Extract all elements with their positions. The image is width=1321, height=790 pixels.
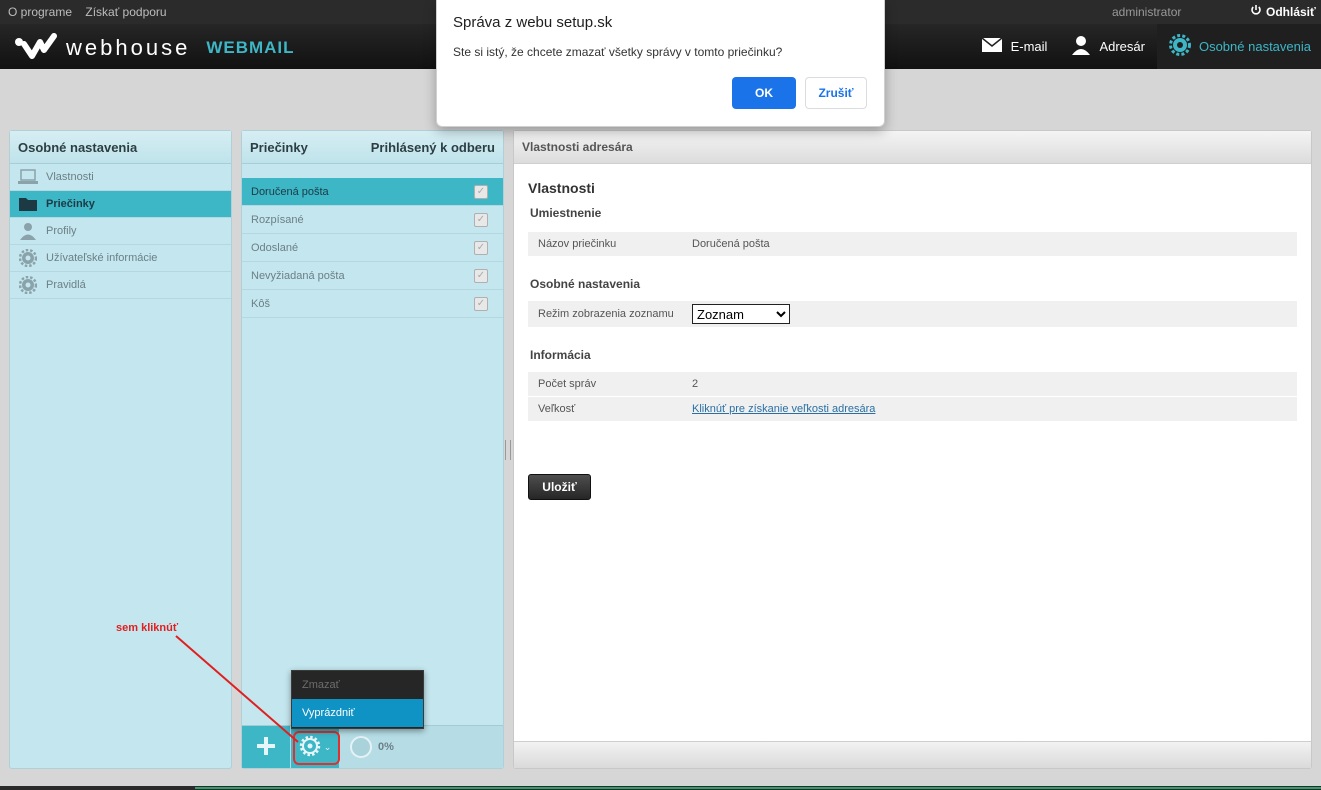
list-mode-select[interactable]: Zoznam (692, 304, 790, 324)
folder-label: Kôš (251, 297, 270, 310)
size-label: Veľkosť (538, 403, 576, 415)
section-location: Umiestnenie (530, 206, 602, 220)
folder-row[interactable]: Nevyžiadaná pošta ✓ (242, 262, 503, 290)
logo[interactable]: webhouse WEBMAIL (14, 32, 295, 63)
folder-row[interactable]: Rozpísané ✓ (242, 206, 503, 234)
gear-icon (18, 249, 38, 267)
webmail-label: WEBMAIL (206, 37, 295, 57)
list-mode-row: Režim zobrazenia zoznamu Zoznam (528, 301, 1297, 328)
properties-panel: Vlastnosti adresára Vlastnosti Umiestnen… (513, 130, 1312, 769)
folder-name-value: Doručená pošta (692, 238, 770, 250)
gear-icon (1168, 34, 1191, 59)
panel-splitter[interactable] (505, 440, 511, 460)
folder-label: Nevyžiadaná pošta (251, 269, 345, 282)
folders-footer: ⌄ 0% (242, 725, 503, 768)
settings-panel: Osobné nastavenia Vlastnosti Priečinky P… (9, 130, 232, 769)
sidebar-item-label: Užívateľské informácie (46, 252, 158, 264)
nav-addressbook-label: Adresár (1099, 39, 1145, 54)
settings-panel-title: Osobné nastavenia (10, 131, 231, 164)
folders-panel-header: Priečinky Prihlásený k odberu (242, 131, 503, 164)
section-settings: Osobné nastavenia (530, 277, 641, 291)
subscribe-checkbox[interactable]: ✓ (474, 184, 488, 199)
nav-addressbook[interactable]: Adresár (1059, 24, 1157, 69)
folders-title: Priečinky (250, 139, 308, 155)
logout-label: Odhlásiť (1266, 4, 1316, 19)
menu-item-delete[interactable]: Zmazať (292, 671, 423, 699)
subscribe-checkbox[interactable]: ✓ (474, 212, 488, 227)
message-count-label: Počet správ (538, 378, 597, 390)
sidebar-item-label: Pravidlá (46, 279, 86, 291)
subscribe-checkbox[interactable]: ✓ (474, 296, 488, 311)
folder-row[interactable]: Doručená pošta ✓ (242, 178, 503, 206)
main-nav: E-mail Adresár Osobné nastavenia (969, 24, 1321, 69)
nav-settings[interactable]: Osobné nastavenia (1156, 24, 1321, 69)
folder-row[interactable]: Odoslané ✓ (242, 234, 503, 262)
bottom-strip (0, 786, 1321, 790)
menu-item-empty[interactable]: Vyprázdniť (292, 699, 423, 727)
laptop-icon (18, 168, 38, 186)
message-count-row: Počet správ 2 (528, 372, 1297, 397)
sidebar-item-label: Priečinky (46, 198, 95, 210)
subscribed-header: Prihlásený k odberu (370, 139, 495, 155)
power-icon (1250, 4, 1262, 19)
add-folder-button[interactable] (242, 726, 290, 768)
quota-circle-icon (350, 736, 372, 758)
sidebar-item-folders[interactable]: Priečinky (10, 191, 231, 218)
save-button[interactable]: Uložiť (528, 474, 591, 500)
person-icon (1071, 35, 1091, 58)
folder-label: Rozpísané (251, 213, 304, 226)
message-count-value: 2 (692, 378, 699, 390)
dialog-message: Ste si istý, že chcete zmazať všetky spr… (453, 45, 783, 59)
top-links: O programe Získať podporu (8, 5, 177, 19)
sidebar-item-label: Profily (46, 225, 77, 237)
subscribe-checkbox[interactable]: ✓ (474, 240, 488, 255)
dialog-title: Správa z webu setup.sk (453, 14, 613, 31)
about-link[interactable]: O programe (8, 5, 72, 19)
logout-button[interactable]: Odhlásiť (1250, 4, 1316, 19)
subscribe-checkbox[interactable]: ✓ (474, 268, 488, 283)
envelope-icon (981, 37, 1003, 56)
folder-label: Odoslané (251, 241, 299, 254)
cancel-button[interactable]: Zrušiť (805, 77, 867, 109)
folder-row[interactable]: Kôš ✓ (242, 290, 503, 318)
nav-settings-label: Osobné nastavenia (1198, 39, 1311, 54)
properties-title: Vlastnosti (528, 180, 595, 196)
quota-value: 0% (378, 741, 394, 753)
properties-footer (514, 741, 1311, 768)
quota-indicator: 0% (350, 736, 394, 758)
sidebar-item-rules[interactable]: Pravidlá (10, 272, 231, 299)
nav-email[interactable]: E-mail (969, 24, 1060, 69)
sidebar-item-profiles[interactable]: Profily (10, 218, 231, 245)
logo-mark-icon (14, 32, 58, 63)
folder-icon (18, 195, 38, 213)
person-icon (18, 222, 38, 240)
gear-icon (18, 276, 38, 294)
properties-content: Vlastnosti Umiestnenie Názov priečinku D… (514, 180, 1311, 500)
section-info: Informácia (530, 348, 591, 362)
nav-email-label: E-mail (1010, 39, 1048, 54)
annotation-label: sem kliknúť (116, 622, 179, 634)
sidebar-item-properties[interactable]: Vlastnosti (10, 164, 231, 191)
plus-icon (256, 732, 276, 763)
support-link[interactable]: Získať podporu (85, 5, 166, 19)
sidebar-item-user-info[interactable]: Užívateľské informácie (10, 245, 231, 272)
folder-label: Doručená pošta (251, 185, 329, 198)
confirm-dialog: Správa z webu setup.sk Ste si istý, že c… (436, 0, 885, 127)
properties-header: Vlastnosti adresára (514, 131, 1311, 164)
logo-text: webhouse (66, 34, 191, 60)
folder-size-link[interactable]: Kliknúť pre získanie veľkosti adresára (692, 403, 875, 415)
size-row: Veľkosť Kliknúť pre získanie veľkosti ad… (528, 397, 1297, 422)
folders-spacer (242, 164, 503, 178)
folder-name-row: Názov priečinku Doručená pošta (528, 232, 1297, 257)
ok-button[interactable]: OK (732, 77, 796, 109)
bottom-accent (195, 787, 1321, 789)
username: administrator (1112, 5, 1182, 19)
list-mode-label: Režim zobrazenia zoznamu (538, 308, 674, 320)
highlight-outline (293, 731, 340, 765)
sidebar-item-label: Vlastnosti (46, 171, 94, 183)
folder-actions-menu: Zmazať Vyprázdniť (291, 670, 424, 729)
folder-name-label: Názov priečinku (538, 238, 617, 250)
